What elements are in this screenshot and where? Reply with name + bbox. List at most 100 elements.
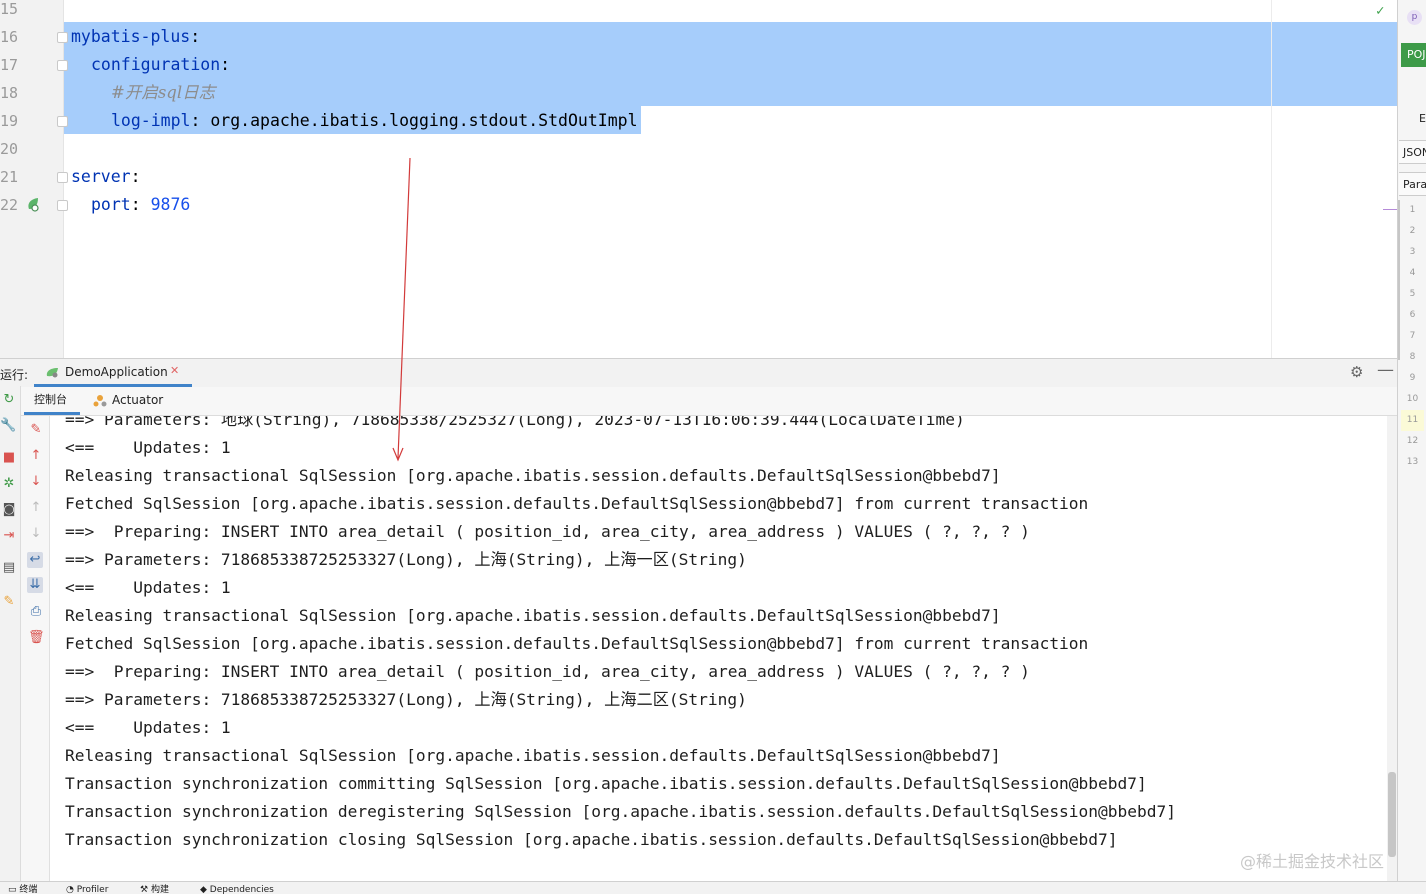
fold-marker[interactable] xyxy=(57,116,68,127)
minimize-icon[interactable]: — xyxy=(1377,360,1394,380)
console-line: Transaction synchronization deregisterin… xyxy=(65,802,1177,821)
params-tab[interactable]: Para xyxy=(1399,172,1426,196)
camera-icon[interactable]: ◙ xyxy=(1,502,17,518)
exit-icon[interactable]: ⇥ xyxy=(1,528,17,544)
print-icon[interactable]: ⎙ xyxy=(28,604,44,620)
pin-icon[interactable]: ✎ xyxy=(1,594,17,610)
panel-line-number: 8 xyxy=(1409,352,1416,362)
console-line: Releasing transactional SqlSession [org.… xyxy=(65,466,1001,485)
fold-marker[interactable] xyxy=(57,172,68,183)
console-line: Releasing transactional SqlSession [org.… xyxy=(65,606,1001,625)
code-line-22[interactable]: port: 9876 xyxy=(91,195,190,215)
console-line: ==> Parameters: 718685338725253327(Long)… xyxy=(65,690,747,709)
gear-icon[interactable]: ⚙ xyxy=(1350,363,1363,381)
bottom-tool-strip: ▭ 终端 ◔ Profiler ⚒ 构建 ◆ Dependencies xyxy=(0,881,1426,894)
panel-line-number: 7 xyxy=(1409,331,1416,341)
line-number: 17 xyxy=(0,56,19,74)
yaml-value: org.apache.ibatis.logging.stdout.StdOutI… xyxy=(210,111,638,130)
panel-line-number: 2 xyxy=(1409,226,1416,236)
run-subtabs: 控制台 Actuator xyxy=(0,387,1397,416)
console-line: Fetched SqlSession [org.apache.ibatis.se… xyxy=(65,494,1089,513)
fold-marker[interactable] xyxy=(57,60,68,71)
console-scrollbar-thumb[interactable] xyxy=(1388,772,1396,857)
wrench-icon[interactable]: 🔧 xyxy=(0,418,16,434)
panel-line-number: 10 xyxy=(1406,394,1419,404)
console-line: Fetched SqlSession [org.apache.ibatis.se… xyxy=(65,634,1089,653)
yaml-key: server xyxy=(71,167,131,186)
close-icon[interactable]: ✕ xyxy=(170,364,179,377)
line-number: 18 xyxy=(0,84,19,102)
run-config-name: DemoApplication xyxy=(65,365,168,379)
line-number: 19 xyxy=(0,112,19,130)
console-line: <== Updates: 1 xyxy=(65,438,231,457)
layout-icon[interactable]: ▤ xyxy=(1,560,17,576)
fold-marker[interactable] xyxy=(57,200,68,211)
debug-icon[interactable]: ✲ xyxy=(1,476,17,492)
yaml-key: mybatis-plus xyxy=(71,27,191,46)
up-arrow-icon[interactable]: ↑ xyxy=(28,448,44,464)
json-tab[interactable]: JSON xyxy=(1399,140,1426,164)
rerun-icon[interactable]: ↻ xyxy=(1,392,17,408)
spring-run-icon[interactable] xyxy=(26,196,41,212)
panel-line-numbers: 1 2 3 4 5 6 7 8 9 10 11 12 13 xyxy=(1401,200,1424,473)
yaml-key: configuration xyxy=(91,55,221,74)
console-output[interactable]: ==> Parameters: 地球(String), 718685338/25… xyxy=(50,416,1385,881)
panel-scrollbar[interactable] xyxy=(1398,200,1400,360)
spring-app-icon xyxy=(46,368,58,378)
prev-occurrence-icon[interactable]: ↑ xyxy=(28,500,44,516)
line-number: 16 xyxy=(0,28,19,46)
panel-line-number: 6 xyxy=(1409,310,1416,320)
line-number: 20 xyxy=(0,140,19,158)
panel-line-number: 3 xyxy=(1409,247,1416,257)
next-occurrence-icon[interactable]: ↓ xyxy=(28,526,44,542)
panel-line-number: 13 xyxy=(1406,457,1419,467)
down-arrow-icon[interactable]: ↓ xyxy=(28,474,44,490)
console-line: ==> Preparing: INSERT INTO area_detail (… xyxy=(65,522,1030,541)
panel-line-number: 1 xyxy=(1409,205,1416,215)
inspection-ok-icon[interactable]: ✓ xyxy=(1376,3,1384,19)
code-line-21[interactable]: server: xyxy=(71,167,141,187)
code-editor[interactable]: 15 16 17 18 19 20 21 22 mybatis-plus: co… xyxy=(0,0,1397,358)
scroll-to-end-icon[interactable]: ⇊ xyxy=(27,577,43,593)
console-line: ==> Parameters: 718685338725253327(Long)… xyxy=(65,550,747,569)
pojo-badge[interactable]: POJ xyxy=(1401,43,1426,67)
clear-edit-icon[interactable]: ✎ xyxy=(28,422,44,438)
panel-letter: E xyxy=(1419,112,1426,125)
trash-icon[interactable]: 🗑 xyxy=(28,630,45,646)
run-tool-header: 运行: DemoApplication ✕ ⚙ — xyxy=(0,358,1397,388)
tab-actuator[interactable]: Actuator xyxy=(112,393,163,407)
panel-line-number: 4 xyxy=(1409,268,1416,278)
console-line: Transaction synchronization closing SqlS… xyxy=(65,830,1118,849)
run-label: 运行: xyxy=(0,368,29,382)
fold-marker[interactable] xyxy=(57,32,68,43)
console-line: Releasing transactional SqlSession [org.… xyxy=(65,746,1001,765)
console-line: <== Updates: 1 xyxy=(65,718,231,737)
run-config-tab[interactable]: DemoApplication ✕ xyxy=(34,359,192,387)
console-line: ==> Preparing: INSERT INTO area_detail (… xyxy=(65,662,1030,681)
soft-wrap-icon[interactable]: ↩ xyxy=(27,552,43,568)
code-line-16[interactable]: mybatis-plus: xyxy=(71,27,200,47)
watermark: @稀土掘金技术社区 xyxy=(1240,852,1385,871)
code-line-18-comment[interactable]: #开启sql日志 xyxy=(111,83,215,103)
console-line: ==> Parameters: 地球(String), 718685338/25… xyxy=(65,416,965,429)
console-line: Transaction synchronization committing S… xyxy=(65,774,1147,793)
panel-line-number: 5 xyxy=(1409,289,1416,299)
panel-line-number: 12 xyxy=(1406,436,1419,446)
tab-console[interactable]: 控制台 xyxy=(24,387,80,415)
yaml-key: port xyxy=(91,195,131,214)
line-number: 22 xyxy=(0,196,19,214)
code-line-17[interactable]: configuration: xyxy=(91,55,230,75)
right-margin-guide xyxy=(1271,0,1272,358)
stop-icon[interactable]: ■ xyxy=(1,450,17,466)
plugin-p-icon[interactable]: p xyxy=(1407,10,1422,25)
run-toolbar: ↻ 🔧 ■ ✲ ◙ ⇥ ▤ ✎ xyxy=(0,386,21,881)
right-tool-panel: p POJ E JSON Para 1 2 3 4 5 6 7 8 9 10 1… xyxy=(1397,0,1426,893)
yaml-key: log-impl xyxy=(111,111,191,130)
console-toolbar: ✎ ↑ ↓ ↑ ↓ ↩ ⇊ ⎙ 🗑 xyxy=(21,416,50,881)
code-line-19[interactable]: log-impl: org.apache.ibatis.logging.stdo… xyxy=(111,111,638,131)
actuator-icon xyxy=(93,395,107,407)
scroll-marker xyxy=(1383,209,1397,210)
panel-line-number: 11 xyxy=(1401,410,1424,431)
line-number: 21 xyxy=(0,168,19,186)
yaml-number: 9876 xyxy=(150,195,191,214)
